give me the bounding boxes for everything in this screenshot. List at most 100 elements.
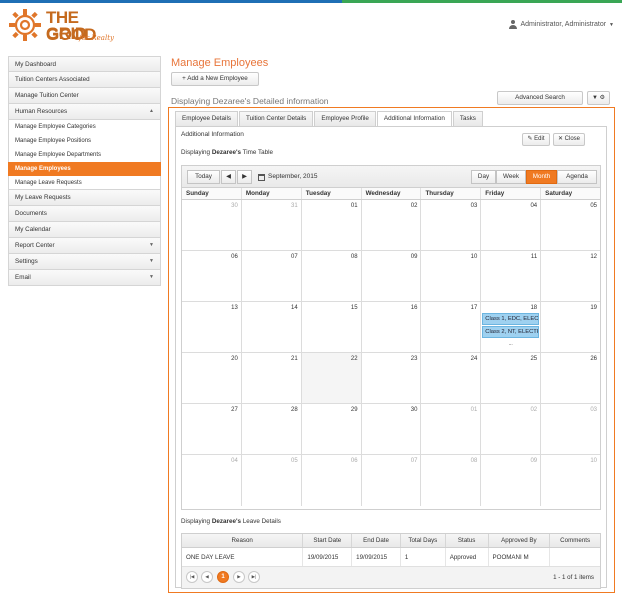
table-row[interactable]: ONE DAY LEAVE 19/09/2015 19/09/2015 1 Ap… bbox=[182, 548, 600, 567]
calendar-day-cell[interactable]: 06 bbox=[302, 455, 362, 506]
column-header-reason[interactable]: Reason bbox=[182, 534, 304, 547]
calendar-day-cell[interactable]: 15 bbox=[302, 302, 362, 352]
calendar-day-cell[interactable]: 09 bbox=[481, 455, 542, 506]
tab-employee-profile[interactable]: Employee Profile bbox=[314, 111, 376, 126]
calendar-day-cell[interactable]: 12 bbox=[541, 251, 600, 301]
calendar-day-cell[interactable]: 09 bbox=[362, 251, 422, 301]
first-page-button[interactable]: |◀ bbox=[186, 571, 198, 583]
filter-button[interactable]: ▼ ⚙ bbox=[587, 91, 610, 105]
calendar-day-cell[interactable]: 19 bbox=[541, 302, 600, 352]
sidebar-item-documents[interactable]: Documents bbox=[8, 206, 161, 222]
calendar-day-cell[interactable]: 29 bbox=[302, 404, 362, 454]
weekday-label: Thursday bbox=[421, 188, 482, 199]
next-month-button[interactable]: ▶ bbox=[237, 170, 252, 184]
calendar-day-cell[interactable]: 02 bbox=[481, 404, 542, 454]
calendar-day-cell[interactable]: 02 bbox=[362, 200, 422, 250]
sidebar-item-dashboard[interactable]: My Dashboard bbox=[8, 56, 161, 72]
tab-tuition-center-details[interactable]: Tuition Center Details bbox=[239, 111, 314, 126]
calendar-day-cell[interactable]: 05 bbox=[242, 455, 302, 506]
page-title: Manage Employees bbox=[171, 57, 269, 69]
sidebar-item-email[interactable]: Email ▼ bbox=[8, 270, 161, 286]
calendar-day-cell[interactable]: 01 bbox=[421, 404, 482, 454]
sidebar-subitem-employee-positions[interactable]: Manage Employee Positions bbox=[8, 134, 161, 148]
calendar-day-number: 03 bbox=[590, 407, 598, 413]
weekday-header: Sunday Monday Tuesday Wednesday Thursday… bbox=[182, 188, 600, 200]
view-month-button[interactable]: Month bbox=[526, 170, 557, 184]
edit-button[interactable]: ✎ Edit bbox=[522, 133, 550, 146]
sidebar-subitem-employee-departments[interactable]: Manage Employee Departments bbox=[8, 148, 161, 162]
sidebar-item-my-leave-requests[interactable]: My Leave Requests bbox=[8, 190, 161, 206]
calendar-day-cell[interactable]: 05 bbox=[541, 200, 600, 250]
calendar-day-cell[interactable]: 26 bbox=[541, 353, 600, 403]
view-day-button[interactable]: Day bbox=[471, 170, 496, 184]
column-header-status[interactable]: Status bbox=[446, 534, 489, 547]
column-header-start-date[interactable]: Start Date bbox=[303, 534, 353, 547]
more-events-indicator[interactable]: ... bbox=[481, 341, 540, 347]
calendar-day-cell[interactable]: 10 bbox=[421, 251, 482, 301]
sidebar-item-manage-tuition-center[interactable]: Manage Tuition Center bbox=[8, 88, 161, 104]
sidebar-item-report-center[interactable]: Report Center ▼ bbox=[8, 238, 161, 254]
calendar-day-cell[interactable]: 25 bbox=[481, 353, 542, 403]
add-employee-button[interactable]: + Add a New Employee bbox=[171, 72, 259, 86]
column-header-comments[interactable]: Comments bbox=[550, 534, 600, 547]
advanced-search-button[interactable]: Advanced Search bbox=[497, 91, 583, 105]
close-button[interactable]: ✕ Close bbox=[553, 133, 585, 146]
prev-month-button[interactable]: ◀ bbox=[221, 170, 236, 184]
calendar-day-cell[interactable]: 31 bbox=[242, 200, 302, 250]
sidebar-item-settings[interactable]: Settings ▼ bbox=[8, 254, 161, 270]
sidebar-subitem-manage-employees[interactable]: Manage Employees bbox=[8, 162, 161, 176]
calendar-day-cell[interactable]: 21 bbox=[242, 353, 302, 403]
today-button[interactable]: Today bbox=[187, 170, 220, 184]
calendar-day-cell[interactable]: 03 bbox=[541, 404, 600, 454]
tab-tasks[interactable]: Tasks bbox=[452, 111, 483, 126]
next-page-button[interactable]: ▶ bbox=[233, 571, 245, 583]
calendar-day-cell[interactable]: 22 bbox=[301, 353, 362, 403]
sidebar-subitem-employee-categories[interactable]: Manage Employee Categories bbox=[8, 120, 161, 134]
calendar-event[interactable]: Class 1, EDC, ELECTRONICS EC bbox=[482, 313, 540, 325]
calendar-day-cell[interactable]: 16 bbox=[362, 302, 422, 352]
column-header-end-date[interactable]: End Date bbox=[352, 534, 401, 547]
last-page-button[interactable]: ▶| bbox=[248, 571, 260, 583]
page-number-button[interactable]: 1 bbox=[217, 571, 229, 583]
column-header-approved-by[interactable]: Approved By bbox=[489, 534, 551, 547]
tab-additional-information[interactable]: Additional Information bbox=[376, 111, 452, 126]
user-menu[interactable]: Administrator, Administrator ▼ bbox=[509, 20, 614, 29]
calendar-day-cell[interactable]: 17 bbox=[421, 302, 482, 352]
calendar-day-cell[interactable]: 08 bbox=[421, 455, 482, 506]
sidebar-item-tuition-centers-associated[interactable]: Tuition Centers Associated bbox=[8, 72, 161, 88]
sidebar-subitem-leave-requests[interactable]: Manage Leave Requests bbox=[8, 176, 161, 190]
view-agenda-button[interactable]: Agenda bbox=[557, 170, 597, 184]
calendar-day-cell[interactable]: 28 bbox=[242, 404, 302, 454]
calendar-day-cell[interactable]: 03 bbox=[421, 200, 482, 250]
sidebar-item-human-resources[interactable]: Human Resources ▲ bbox=[8, 104, 161, 120]
leave-suffix: Leave Details bbox=[242, 518, 281, 525]
column-header-total-days[interactable]: Total Days bbox=[401, 534, 446, 547]
calendar-day-cell[interactable]: 13 bbox=[182, 302, 242, 352]
calendar-day-cell[interactable]: 18 Class 1, EDC, ELECTRONICS ECClass 2, N… bbox=[481, 302, 542, 352]
calendar-current-period[interactable]: September, 2015 bbox=[258, 171, 318, 183]
calendar-day-cell[interactable]: 04 bbox=[481, 200, 542, 250]
calendar-day-cell[interactable]: 30 bbox=[182, 200, 242, 250]
calendar-day-cell[interactable]: 14 bbox=[242, 302, 302, 352]
calendar-day-cell[interactable]: 07 bbox=[362, 455, 422, 506]
calendar-day-cell[interactable]: 30 bbox=[362, 404, 422, 454]
calendar-day-cell[interactable]: 08 bbox=[302, 251, 362, 301]
gear-logo-icon bbox=[9, 9, 41, 41]
calendar-day-cell[interactable]: 01 bbox=[302, 200, 362, 250]
tab-employee-details[interactable]: Employee Details bbox=[175, 111, 238, 126]
view-week-button[interactable]: Week bbox=[496, 170, 526, 184]
sidebar-item-my-calendar[interactable]: My Calendar bbox=[8, 222, 161, 238]
calendar-day-cell[interactable]: 24 bbox=[421, 353, 482, 403]
calendar-day-cell[interactable]: 11 bbox=[481, 251, 542, 301]
calendar-day-cell[interactable]: 23 bbox=[362, 353, 422, 403]
calendar-day-cell[interactable]: 20 bbox=[182, 353, 242, 403]
cell-comments bbox=[550, 548, 600, 566]
prev-page-button[interactable]: ◀ bbox=[201, 571, 213, 583]
calendar-day-cell[interactable]: 04 bbox=[182, 455, 242, 506]
calendar-day-cell[interactable]: 07 bbox=[242, 251, 302, 301]
calendar-event[interactable]: Class 2, NT, ELECTRONICS EC bbox=[482, 326, 540, 338]
calendar-day-cell[interactable]: 27 bbox=[182, 404, 242, 454]
calendar-day-cell[interactable]: 10 bbox=[541, 455, 600, 506]
app-logo[interactable]: THE GOOD GRID for Realty bbox=[8, 6, 118, 46]
calendar-day-cell[interactable]: 06 bbox=[182, 251, 242, 301]
